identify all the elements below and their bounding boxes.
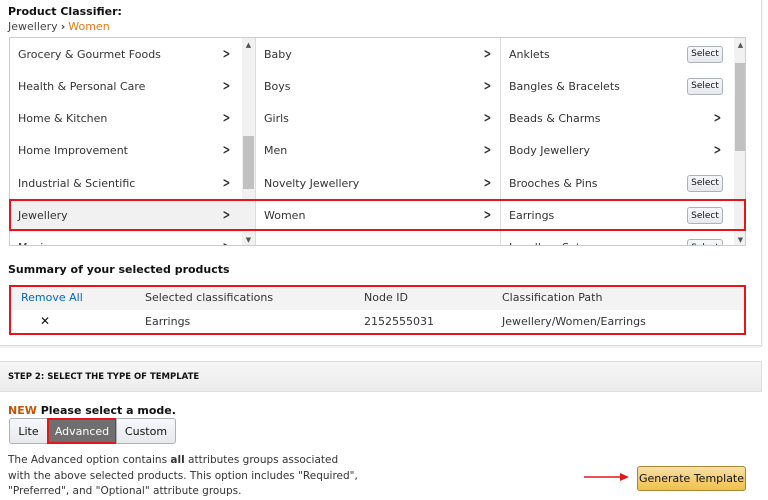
scroll-down-icon[interactable]: ▼ <box>242 236 255 244</box>
chevron-right-icon: > <box>222 175 231 191</box>
category-label: Jewellery Sets <box>509 241 586 245</box>
category-item[interactable]: Home Improvement > <box>10 135 242 167</box>
scrollbar-thumb[interactable] <box>243 136 254 189</box>
scrollbar-thumb[interactable] <box>735 63 745 151</box>
category-label: Music <box>18 241 49 245</box>
category-label: Girls <box>264 112 289 126</box>
mode-advanced-button[interactable]: Advanced <box>47 418 117 444</box>
step2-header: STEP 2: SELECT THE TYPE OF TEMPLATE <box>0 361 762 392</box>
category-label: Beads & Charms <box>509 112 601 126</box>
category-item[interactable]: Men > <box>256 135 501 167</box>
category-item[interactable]: Bangles & Bracelets Select <box>501 70 733 102</box>
summary-highlight <box>9 285 746 335</box>
breadcrumb: Jewellery › Women <box>8 20 110 33</box>
chevron-right-icon: > <box>222 143 231 159</box>
scroll-up-icon[interactable]: ▲ <box>242 41 255 49</box>
selection-highlight <box>9 199 746 231</box>
desc-text-1: The Advanced option contains <box>8 454 171 466</box>
category-item[interactable]: Brooches & Pins Select <box>501 167 733 199</box>
chevron-right-icon: > <box>713 111 722 127</box>
category-label: Baby <box>264 47 292 61</box>
category-item[interactable]: Jewellery Sets Select <box>501 232 733 245</box>
category-label: Men <box>264 144 288 158</box>
select-button[interactable]: Select <box>687 174 723 192</box>
classifier-title: Product Classifier: <box>8 5 122 18</box>
step2-title: STEP 2: SELECT THE TYPE OF TEMPLATE <box>8 372 200 382</box>
mode-lite-button[interactable]: Lite <box>9 418 48 444</box>
chevron-right-icon: > <box>483 111 492 127</box>
category-item[interactable]: Novelty Jewellery > <box>256 167 501 199</box>
category-item[interactable]: Body Jewellery > <box>501 135 733 167</box>
select-button[interactable]: Select <box>687 45 723 63</box>
new-badge: NEW <box>8 404 37 417</box>
summary-title: Summary of your selected products <box>8 263 230 276</box>
desc-bold: all <box>170 454 185 466</box>
mode-custom-button[interactable]: Custom <box>116 418 176 444</box>
category-label: Anklets <box>509 47 550 61</box>
category-item[interactable]: Industrial & Scientific > <box>10 167 242 199</box>
category-item[interactable]: Girls > <box>256 103 501 135</box>
generate-template-button[interactable]: Generate Template <box>637 466 746 491</box>
chevron-right-icon: › <box>60 20 66 33</box>
breadcrumb-women: Women <box>68 20 110 33</box>
select-button[interactable]: Select <box>687 77 723 95</box>
chevron-right-icon: > <box>223 240 231 245</box>
chevron-right-icon: > <box>222 78 231 94</box>
breadcrumb-jewellery[interactable]: Jewellery <box>8 20 58 33</box>
arrow-right-icon <box>584 473 629 481</box>
category-label: Body Jewellery <box>509 144 590 158</box>
category-label: Brooches & Pins <box>509 176 598 190</box>
scroll-down-icon[interactable]: ▼ <box>734 236 745 244</box>
mode-description: The Advanced option contains all attribu… <box>8 453 358 500</box>
chevron-right-icon: > <box>483 143 492 159</box>
category-label: Home Improvement <box>18 144 128 158</box>
category-label: Bangles & Bracelets <box>509 79 620 93</box>
category-label: Grocery & Gourmet Foods <box>18 47 161 61</box>
category-label: Boys <box>264 79 291 93</box>
mode-prompt: NEW Please select a mode. <box>8 404 176 417</box>
category-label: Industrial & Scientific <box>18 176 136 190</box>
category-item[interactable]: Health & Personal Care > <box>10 70 242 102</box>
chevron-right-icon: > <box>713 143 722 159</box>
category-item[interactable]: Grocery & Gourmet Foods > <box>10 38 242 70</box>
category-label: Health & Personal Care <box>18 79 146 93</box>
category-item[interactable]: Baby > <box>256 38 501 70</box>
category-item[interactable]: Home & Kitchen > <box>10 103 242 135</box>
category-item[interactable]: Anklets Select <box>501 38 733 70</box>
category-label: Home & Kitchen <box>18 112 108 126</box>
chevron-right-icon: > <box>483 78 492 94</box>
category-item[interactable]: Beads & Charms > <box>501 103 733 135</box>
scroll-up-icon[interactable]: ▲ <box>734 41 745 49</box>
category-item[interactable]: Boys > <box>256 70 501 102</box>
category-label: Novelty Jewellery <box>264 176 360 190</box>
select-button[interactable]: Select <box>687 239 723 245</box>
chevron-right-icon: > <box>483 175 492 191</box>
chevron-right-icon: > <box>222 46 231 62</box>
chevron-right-icon: > <box>483 46 492 62</box>
category-item[interactable]: Music > <box>10 232 242 245</box>
chevron-right-icon: > <box>222 111 231 127</box>
mode-prompt-text: Please select a mode. <box>40 404 176 417</box>
